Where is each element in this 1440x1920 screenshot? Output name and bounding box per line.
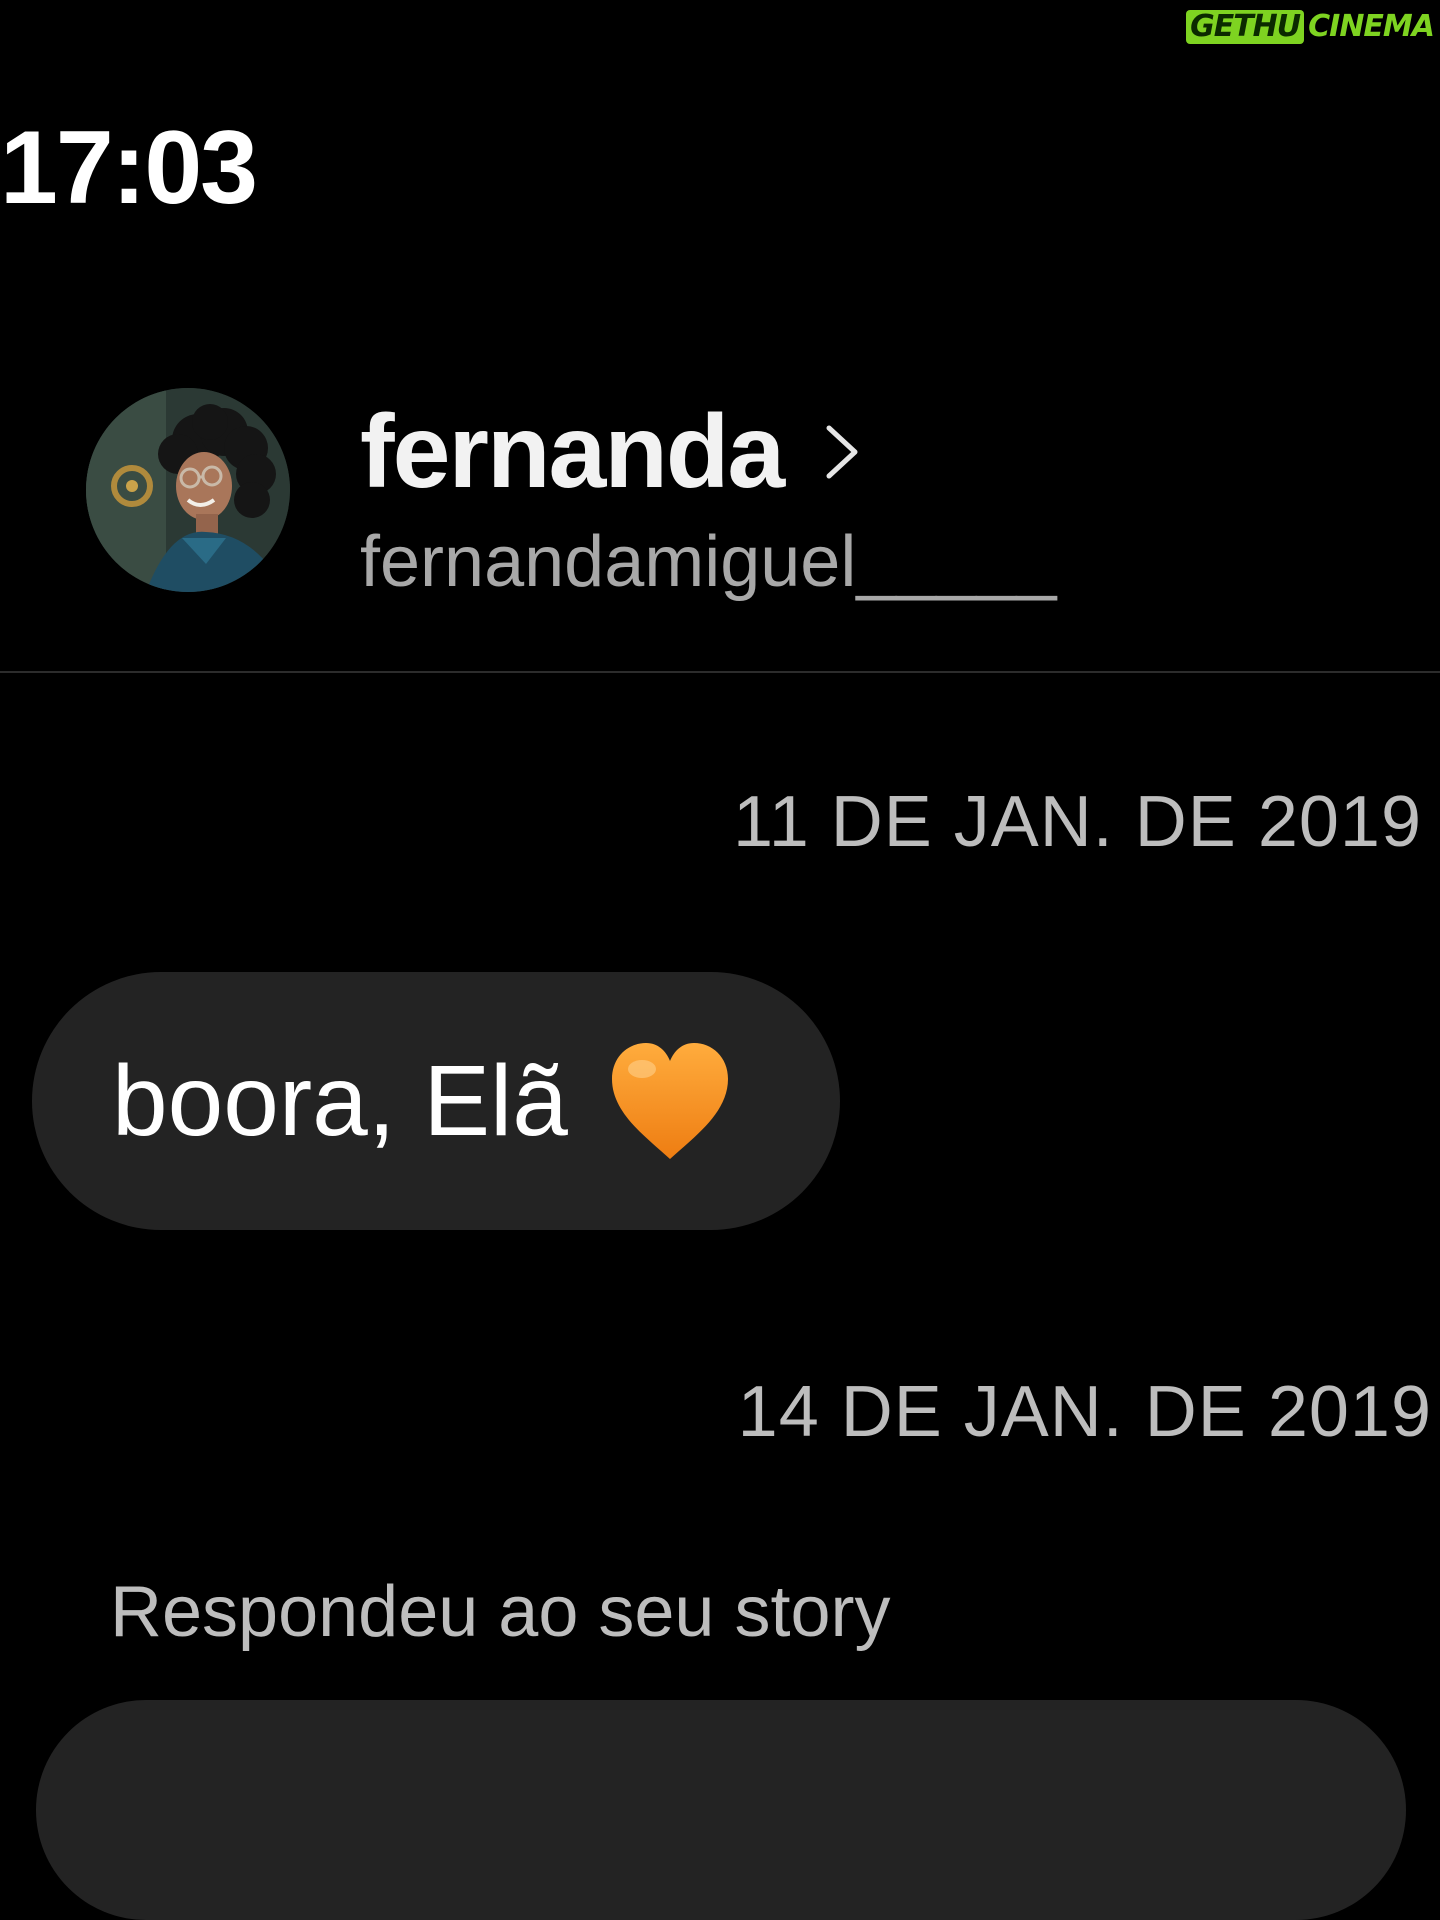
message-bubble[interactable]: [36, 1700, 1406, 1920]
message-text: boora, Elã: [112, 1045, 568, 1157]
chevron-right-icon: [826, 425, 858, 479]
watermark-left-text: GETHU: [1186, 10, 1305, 44]
orange-heart-icon: [611, 1043, 728, 1159]
contact-name: fernanda: [360, 394, 785, 510]
header-divider: [0, 671, 1440, 673]
contact-username: fernandamiguel_____: [360, 522, 1057, 602]
story-reply-label: Respondeu ao seu story: [110, 1572, 891, 1652]
watermark-right-text: CINEMA: [1308, 9, 1435, 44]
avatar[interactable]: [86, 388, 290, 592]
message-bubble[interactable]: boora, Elã: [32, 972, 840, 1230]
date-separator: 14 DE JAN. DE 2019: [737, 1372, 1432, 1452]
watermark-logo: GETHU CINEMA: [1186, 9, 1435, 44]
status-bar-time: 17:03: [0, 110, 258, 226]
contact-name-link[interactable]: fernanda: [360, 392, 861, 512]
date-separator: 11 DE JAN. DE 2019: [733, 782, 1422, 862]
profile-photo-icon: [86, 388, 290, 592]
chat-header: fernanda fernandamiguel_____: [0, 380, 1440, 672]
